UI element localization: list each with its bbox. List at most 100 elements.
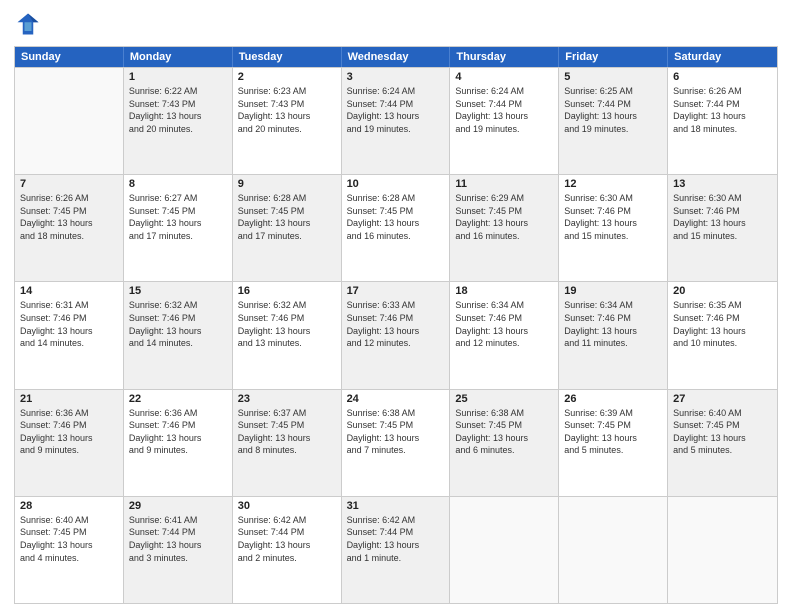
day-info: Sunrise: 6:24 AM Sunset: 7:44 PM Dayligh…	[347, 85, 445, 135]
day-number: 5	[564, 71, 662, 83]
day-number: 28	[20, 500, 118, 512]
calendar-cell: 20 Sunrise: 6:35 AM Sunset: 7:46 PM Dayli…	[668, 282, 777, 388]
calendar-cell: 1 Sunrise: 6:22 AM Sunset: 7:43 PM Daylig…	[124, 68, 233, 174]
logo-icon	[14, 10, 42, 38]
calendar-cell: 28 Sunrise: 6:40 AM Sunset: 7:45 PM Dayli…	[15, 497, 124, 603]
day-info: Sunrise: 6:32 AM Sunset: 7:46 PM Dayligh…	[238, 299, 336, 349]
calendar-cell: 26Sunrise: 6:39 AM Sunset: 7:45 PM Dayli…	[559, 390, 668, 496]
day-info: Sunrise: 6:36 AM Sunset: 7:46 PM Dayligh…	[20, 407, 118, 457]
calendar-cell	[668, 497, 777, 603]
day-number: 29	[129, 500, 227, 512]
day-number: 27	[673, 393, 772, 405]
calendar-cell: 23 Sunrise: 6:37 AM Sunset: 7:45 PM Dayli…	[233, 390, 342, 496]
day-info: Sunrise: 6:42 AM Sunset: 7:44 PM Dayligh…	[238, 514, 336, 564]
day-info: Sunrise: 6:31 AM Sunset: 7:46 PM Dayligh…	[20, 299, 118, 349]
day-number: 15	[129, 285, 227, 297]
day-number: 31	[347, 500, 445, 512]
calendar-cell: 29 Sunrise: 6:41 AM Sunset: 7:44 PM Dayli…	[124, 497, 233, 603]
day-header-thursday: Thursday	[450, 47, 559, 67]
day-number: 8	[129, 178, 227, 190]
day-number: 24	[347, 393, 445, 405]
calendar-body: 1 Sunrise: 6:22 AM Sunset: 7:43 PM Daylig…	[15, 67, 777, 603]
calendar-week-2: 7 Sunrise: 6:26 AM Sunset: 7:45 PM Daylig…	[15, 174, 777, 281]
day-number: 1	[129, 71, 227, 83]
calendar-cell: 17 Sunrise: 6:33 AM Sunset: 7:46 PM Dayli…	[342, 282, 451, 388]
day-number: 16	[238, 285, 336, 297]
calendar-cell: 11 Sunrise: 6:29 AM Sunset: 7:45 PM Dayli…	[450, 175, 559, 281]
calendar-cell: 12 Sunrise: 6:30 AM Sunset: 7:46 PM Dayli…	[559, 175, 668, 281]
calendar-cell: 6Sunrise: 6:26 AM Sunset: 7:44 PM Daylig…	[668, 68, 777, 174]
day-number: 23	[238, 393, 336, 405]
day-info: Sunrise: 6:32 AM Sunset: 7:46 PM Dayligh…	[129, 299, 227, 349]
day-info: Sunrise: 6:28 AM Sunset: 7:45 PM Dayligh…	[238, 192, 336, 242]
calendar-cell: 21Sunrise: 6:36 AM Sunset: 7:46 PM Dayli…	[15, 390, 124, 496]
calendar-cell: 13 Sunrise: 6:30 AM Sunset: 7:46 PM Dayli…	[668, 175, 777, 281]
day-header-wednesday: Wednesday	[342, 47, 451, 67]
day-info: Sunrise: 6:40 AM Sunset: 7:45 PM Dayligh…	[20, 514, 118, 564]
day-number: 10	[347, 178, 445, 190]
day-info: Sunrise: 6:30 AM Sunset: 7:46 PM Dayligh…	[564, 192, 662, 242]
day-info: Sunrise: 6:33 AM Sunset: 7:46 PM Dayligh…	[347, 299, 445, 349]
calendar-cell: 27 Sunrise: 6:40 AM Sunset: 7:45 PM Dayli…	[668, 390, 777, 496]
day-header-monday: Monday	[124, 47, 233, 67]
calendar-week-4: 21Sunrise: 6:36 AM Sunset: 7:46 PM Dayli…	[15, 389, 777, 496]
day-info: Sunrise: 6:34 AM Sunset: 7:46 PM Dayligh…	[564, 299, 662, 349]
day-info: Sunrise: 6:25 AM Sunset: 7:44 PM Dayligh…	[564, 85, 662, 135]
day-number: 11	[455, 178, 553, 190]
day-info: Sunrise: 6:34 AM Sunset: 7:46 PM Dayligh…	[455, 299, 553, 349]
day-number: 30	[238, 500, 336, 512]
day-info: Sunrise: 6:36 AM Sunset: 7:46 PM Dayligh…	[129, 407, 227, 457]
calendar-cell: 19 Sunrise: 6:34 AM Sunset: 7:46 PM Dayli…	[559, 282, 668, 388]
calendar-header-row: SundayMondayTuesdayWednesdayThursdayFrid…	[15, 47, 777, 67]
day-info: Sunrise: 6:37 AM Sunset: 7:45 PM Dayligh…	[238, 407, 336, 457]
day-info: Sunrise: 6:29 AM Sunset: 7:45 PM Dayligh…	[455, 192, 553, 242]
day-number: 22	[129, 393, 227, 405]
calendar-cell: 8Sunrise: 6:27 AM Sunset: 7:45 PM Daylig…	[124, 175, 233, 281]
day-number: 18	[455, 285, 553, 297]
calendar-week-1: 1 Sunrise: 6:22 AM Sunset: 7:43 PM Daylig…	[15, 67, 777, 174]
calendar-cell: 16 Sunrise: 6:32 AM Sunset: 7:46 PM Dayli…	[233, 282, 342, 388]
calendar-cell: 22 Sunrise: 6:36 AM Sunset: 7:46 PM Dayli…	[124, 390, 233, 496]
day-info: Sunrise: 6:22 AM Sunset: 7:43 PM Dayligh…	[129, 85, 227, 135]
day-number: 26	[564, 393, 662, 405]
day-header-tuesday: Tuesday	[233, 47, 342, 67]
day-info: Sunrise: 6:38 AM Sunset: 7:45 PM Dayligh…	[455, 407, 553, 457]
calendar-cell: 3 Sunrise: 6:24 AM Sunset: 7:44 PM Daylig…	[342, 68, 451, 174]
day-number: 14	[20, 285, 118, 297]
day-number: 17	[347, 285, 445, 297]
calendar-cell: 4Sunrise: 6:24 AM Sunset: 7:44 PM Daylig…	[450, 68, 559, 174]
calendar: SundayMondayTuesdayWednesdayThursdayFrid…	[14, 46, 778, 604]
calendar-cell: 25Sunrise: 6:38 AM Sunset: 7:45 PM Dayli…	[450, 390, 559, 496]
day-number: 7	[20, 178, 118, 190]
day-number: 3	[347, 71, 445, 83]
day-header-sunday: Sunday	[15, 47, 124, 67]
calendar-week-5: 28 Sunrise: 6:40 AM Sunset: 7:45 PM Dayli…	[15, 496, 777, 603]
day-number: 13	[673, 178, 772, 190]
calendar-cell: 2Sunrise: 6:23 AM Sunset: 7:43 PM Daylig…	[233, 68, 342, 174]
day-info: Sunrise: 6:40 AM Sunset: 7:45 PM Dayligh…	[673, 407, 772, 457]
calendar-cell: 5 Sunrise: 6:25 AM Sunset: 7:44 PM Daylig…	[559, 68, 668, 174]
calendar-cell	[450, 497, 559, 603]
day-info: Sunrise: 6:38 AM Sunset: 7:45 PM Dayligh…	[347, 407, 445, 457]
day-info: Sunrise: 6:42 AM Sunset: 7:44 PM Dayligh…	[347, 514, 445, 564]
day-number: 20	[673, 285, 772, 297]
day-number: 12	[564, 178, 662, 190]
calendar-cell	[15, 68, 124, 174]
calendar-cell: 7 Sunrise: 6:26 AM Sunset: 7:45 PM Daylig…	[15, 175, 124, 281]
day-info: Sunrise: 6:28 AM Sunset: 7:45 PM Dayligh…	[347, 192, 445, 242]
day-info: Sunrise: 6:35 AM Sunset: 7:46 PM Dayligh…	[673, 299, 772, 349]
day-header-friday: Friday	[559, 47, 668, 67]
day-info: Sunrise: 6:41 AM Sunset: 7:44 PM Dayligh…	[129, 514, 227, 564]
day-header-saturday: Saturday	[668, 47, 777, 67]
day-number: 19	[564, 285, 662, 297]
day-info: Sunrise: 6:26 AM Sunset: 7:45 PM Dayligh…	[20, 192, 118, 242]
day-number: 6	[673, 71, 772, 83]
calendar-cell: 15 Sunrise: 6:32 AM Sunset: 7:46 PM Dayli…	[124, 282, 233, 388]
calendar-cell: 14 Sunrise: 6:31 AM Sunset: 7:46 PM Dayli…	[15, 282, 124, 388]
day-info: Sunrise: 6:30 AM Sunset: 7:46 PM Dayligh…	[673, 192, 772, 242]
day-number: 2	[238, 71, 336, 83]
calendar-cell: 18 Sunrise: 6:34 AM Sunset: 7:46 PM Dayli…	[450, 282, 559, 388]
calendar-cell: 24 Sunrise: 6:38 AM Sunset: 7:45 PM Dayli…	[342, 390, 451, 496]
day-info: Sunrise: 6:24 AM Sunset: 7:44 PM Dayligh…	[455, 85, 553, 135]
page: SundayMondayTuesdayWednesdayThursdayFrid…	[0, 0, 792, 612]
